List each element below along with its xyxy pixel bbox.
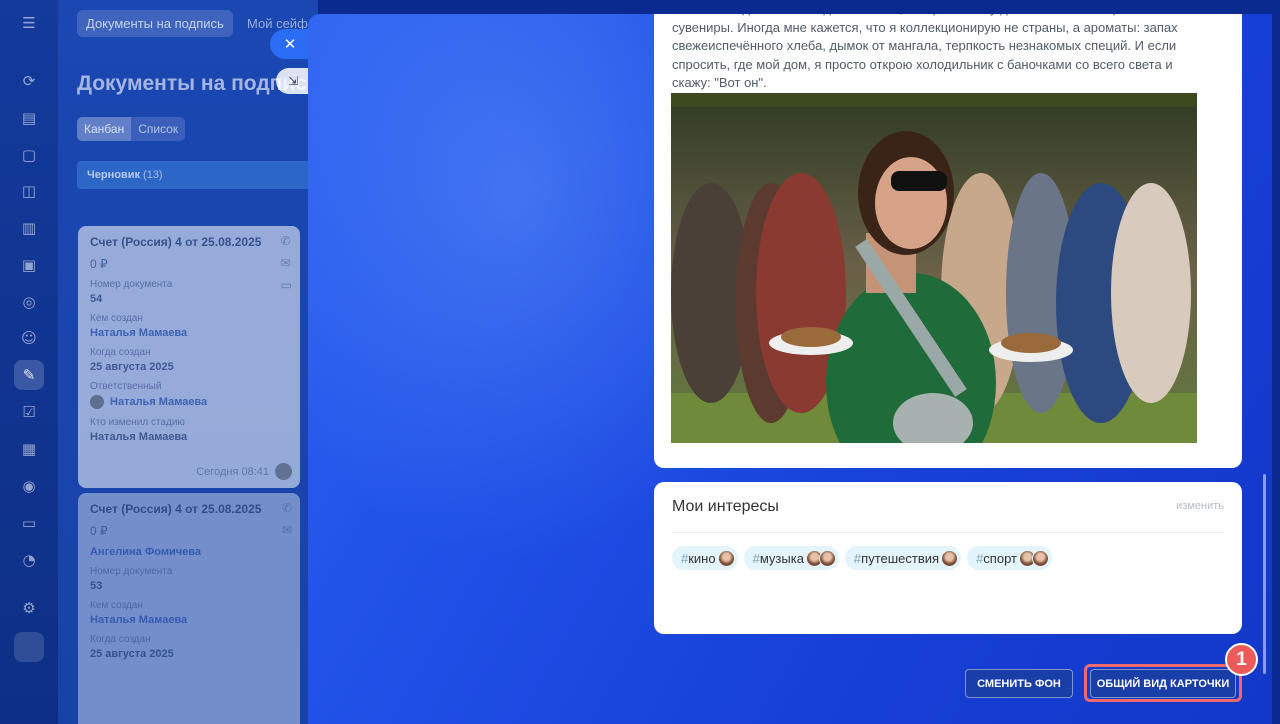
avatar — [275, 463, 292, 480]
change-background-button[interactable]: СМЕНИТЬ ФОН — [965, 669, 1073, 698]
card-title[interactable]: Счет (Россия) 4 от 25.08.2025 — [90, 235, 288, 249]
mail-icon[interactable]: ✉ — [281, 256, 292, 270]
field-value: Наталья Мамаева — [90, 431, 188, 443]
avatar — [941, 549, 959, 567]
settings-icon[interactable]: ⚙ — [14, 593, 44, 623]
interest-tag-travel[interactable]: # путешествия — [844, 546, 962, 570]
column-count: (13) — [143, 169, 163, 181]
view-switch: Канбан Список — [77, 117, 186, 141]
view-kanban[interactable]: Канбан — [77, 117, 132, 141]
card-actions: ✆ ✉ — [282, 501, 292, 537]
field-value: 25 августа 2025 — [90, 361, 174, 373]
sign-icon[interactable]: ✎ — [14, 360, 44, 390]
menu-icon[interactable]: ☰ — [14, 8, 44, 38]
robot-icon[interactable]: ◉ — [14, 471, 44, 501]
field-value[interactable]: Наталья Мамаева — [90, 614, 288, 626]
phone-icon[interactable]: ✆ — [282, 501, 292, 515]
field-label: Номер документа — [90, 566, 173, 577]
interests-title: Мои интересы — [672, 498, 779, 515]
avatar — [818, 549, 836, 567]
minimize-icon: ⇲ — [287, 74, 299, 88]
chat-icon[interactable]: ▢ — [14, 140, 44, 170]
interests-block: Мои интересы изменить # кино # музыка # пут… — [654, 482, 1242, 634]
avatar — [90, 395, 104, 409]
field-value: Наталья Мамаева — [110, 396, 208, 408]
post-block: оставаться для местных деликатесов, кото… — [654, 14, 1242, 468]
avatar — [717, 549, 735, 567]
field-label: Кем создан — [90, 600, 143, 611]
field-value: 54 — [90, 293, 103, 305]
field-label: Кто изменил стадию — [90, 417, 185, 428]
field-value[interactable]: Наталья Мамаева — [90, 327, 288, 339]
hash-icon: # — [853, 550, 862, 566]
target-icon[interactable]: ◎ — [14, 287, 44, 317]
archive-icon[interactable]: ◫ — [14, 176, 44, 206]
tag-label: спорт — [983, 550, 1017, 566]
card-title[interactable]: Счет (Россия) 4 от 25.08.2025 — [90, 502, 288, 516]
cart-icon[interactable]: ◔ — [14, 545, 44, 575]
mail-icon[interactable]: ✉ — [282, 523, 292, 537]
divider — [672, 532, 1224, 533]
photo-illustration — [671, 93, 1197, 443]
tag-avatars — [717, 549, 735, 567]
interests-edit-link[interactable]: изменить — [1176, 500, 1224, 512]
left-rail: ☰ ⟳ ▤ ▢ ◫ ▥ ▣ ◎ ☺ ✎ ☑ ▦ ◉ ▭ ◔ ⚙ — [0, 0, 58, 724]
interest-tags: # кино # музыка # путешествия # спорт — [672, 546, 1052, 570]
hash-icon: # — [752, 550, 760, 566]
file-icon[interactable]: ▥ — [14, 213, 44, 243]
tab-documents[interactable]: Документы на подпись — [77, 10, 233, 37]
comment-icon[interactable]: ▭ — [281, 278, 292, 292]
tag-avatars — [805, 549, 836, 567]
card-time: Сегодня 08:41 — [196, 465, 269, 478]
message-icon[interactable]: ▣ — [14, 250, 44, 280]
activity-icon[interactable]: ⟳ — [14, 66, 44, 96]
field-label: Номер документа — [90, 279, 173, 290]
close-slider-button[interactable]: ✕ — [270, 29, 310, 59]
tag-avatars — [941, 549, 959, 567]
view-list[interactable]: Список — [131, 117, 185, 141]
tag-label: музыка — [759, 550, 804, 566]
interest-tag-kino[interactable]: # кино — [672, 546, 738, 570]
field-label: Когда создан — [90, 634, 151, 645]
field-label: Кем создан — [90, 313, 143, 324]
minimize-slider-button[interactable]: ⇲ — [276, 68, 310, 94]
hash-icon: # — [976, 550, 984, 566]
document-icon[interactable]: ▤ — [14, 103, 44, 133]
kanban-card[interactable]: Счет (Россия) 4 от 25.08.2025 0 ₽ Ангели… — [78, 493, 300, 724]
card-icon[interactable]: ▭ — [14, 508, 44, 538]
card-footer: Сегодня 08:41 — [196, 463, 292, 480]
tag-label: кино — [688, 550, 716, 566]
scrollbar[interactable] — [1263, 474, 1266, 674]
field-value: 25 августа 2025 — [90, 648, 174, 660]
field-value[interactable]: Ангелина Фомичева — [90, 546, 288, 558]
background-page: Документы на подпись Мой сейф Документы … — [58, 0, 320, 724]
kanban-column-header[interactable]: Черновик (13) — [77, 161, 317, 189]
step-badge: 1 — [1225, 643, 1258, 676]
user-menu-icon[interactable] — [14, 632, 44, 662]
field-label: Когда создан — [90, 347, 151, 358]
kanban-card[interactable]: Счет (Россия) 4 от 25.08.2025 0 ₽ Номер … — [78, 226, 300, 488]
tag-label: путешествия — [861, 550, 940, 566]
contacts-icon[interactable]: ☺ — [14, 323, 44, 353]
post-text: оставаться для местных деликатесов, кото… — [672, 14, 1178, 91]
phone-icon[interactable]: ✆ — [281, 234, 292, 248]
avatar — [1031, 549, 1049, 567]
calendar-icon[interactable]: ▦ — [14, 434, 44, 464]
profile-slider: оставаться для местных деликатесов, кото… — [308, 14, 1272, 724]
field-label: Ответственный — [90, 381, 162, 392]
card-sum: 0 ₽ — [90, 524, 108, 538]
post-photo[interactable] — [671, 93, 1197, 443]
field-value: 53 — [90, 580, 103, 592]
interest-tag-music[interactable]: # музыка — [743, 546, 839, 570]
tag-avatars — [1018, 549, 1049, 567]
highlight-frame — [1084, 664, 1242, 702]
card-actions: ✆ ✉ ▭ — [281, 234, 292, 292]
task-icon[interactable]: ☑ — [14, 397, 44, 427]
card-sum: 0 ₽ — [90, 257, 108, 271]
responsible-person[interactable]: Наталья Мамаева — [90, 395, 288, 409]
column-name: Черновик — [87, 169, 140, 181]
hash-icon: # — [681, 550, 689, 566]
close-icon: ✕ — [283, 35, 297, 53]
interest-tag-sport[interactable]: # спорт — [967, 546, 1052, 570]
